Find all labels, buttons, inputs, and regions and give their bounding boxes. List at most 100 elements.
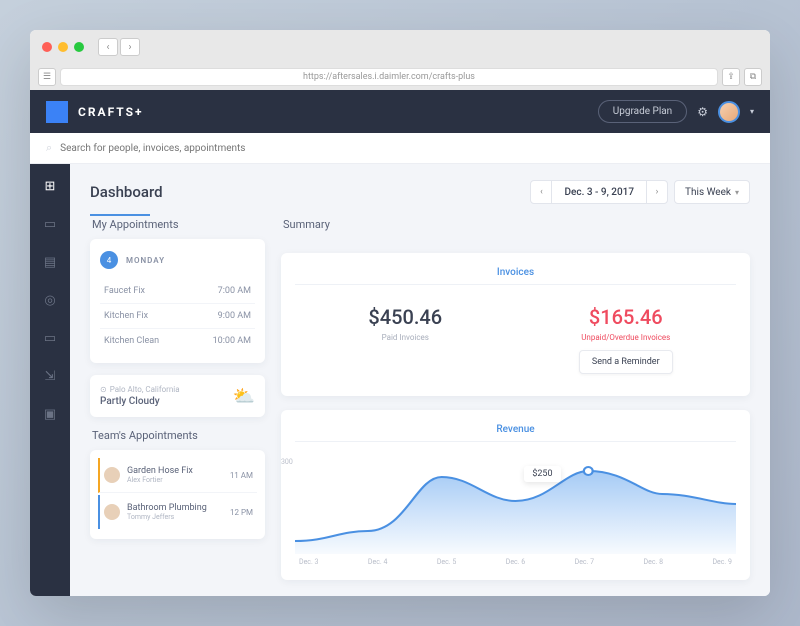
search-icon: ⌕ <box>46 141 52 155</box>
paid-label: Paid Invoices <box>299 333 512 342</box>
app: CRAFTS+ Upgrade Plan ⚙ ▾ ⌕ ⊞ ▭ ▤ ◎ ▭ ⇲ ▣ <box>30 90 770 596</box>
team-appt-person: Alex Fortier <box>127 476 223 484</box>
browser-chrome: ‹ › ☰ https://aftersales.i.daimler.com/c… <box>30 30 770 90</box>
x-tick: Dec. 6 <box>506 558 526 566</box>
weather-icon: ⛅ <box>233 386 255 407</box>
appointment-time: 10:00 AM <box>213 336 251 346</box>
my-appointments-section: My Appointments 4 MONDAY Faucet Fix 7:00… <box>90 218 265 363</box>
team-appt-info: Bathroom Plumbing Tommy Jeffers <box>127 503 223 521</box>
x-tick: Dec. 8 <box>644 558 664 566</box>
appointment-title: Faucet Fix <box>104 286 145 296</box>
appointment-row[interactable]: Kitchen Fix 9:00 AM <box>100 304 255 329</box>
invoices-row: $450.46 Paid Invoices $165.46 Unpaid/Ove… <box>295 297 736 382</box>
page-header: Dashboard ‹ Dec. 3 - 9, 2017 › This Week… <box>90 180 750 204</box>
appointment-row[interactable]: Kitchen Clean 10:00 AM <box>100 329 255 353</box>
right-column: Summary Invoices $450.46 Paid Invoices $… <box>281 218 750 580</box>
chart-x-axis: Dec. 3 Dec. 4 Dec. 5 Dec. 6 Dec. 7 Dec. … <box>295 558 736 566</box>
date-controls: ‹ Dec. 3 - 9, 2017 › This Week ▾ <box>530 180 750 204</box>
user-avatar[interactable] <box>718 101 740 123</box>
revenue-header: Revenue <box>295 424 736 442</box>
minimize-window-icon[interactable] <box>58 42 68 52</box>
team-appointment-row[interactable]: Garden Hose Fix Alex Fortier 11 AM <box>98 458 257 493</box>
back-button[interactable]: ‹ <box>98 38 118 56</box>
unpaid-label: Unpaid/Overdue Invoices <box>520 333 733 342</box>
day-name: MONDAY <box>126 256 165 265</box>
x-tick: Dec. 9 <box>712 558 732 566</box>
settings-icon[interactable]: ⚙ <box>697 105 708 119</box>
nav-profile-icon[interactable]: ◎ <box>42 292 58 308</box>
sidebar-toggle-icon[interactable]: ☰ <box>38 68 56 86</box>
team-appt-time: 12 PM <box>230 508 253 517</box>
page-title: Dashboard <box>90 183 163 201</box>
team-appointments-card: Garden Hose Fix Alex Fortier 11 AM Bathr… <box>90 450 265 539</box>
send-reminder-button[interactable]: Send a Reminder <box>579 350 673 374</box>
team-appt-person: Tommy Jeffers <box>127 513 223 521</box>
search-input[interactable] <box>60 143 754 154</box>
columns: My Appointments 4 MONDAY Faucet Fix 7:00… <box>90 218 750 580</box>
user-menu-chevron-icon[interactable]: ▾ <box>750 107 754 116</box>
weather-condition: Partly Cloudy <box>100 396 225 407</box>
x-tick: Dec. 3 <box>299 558 319 566</box>
unpaid-invoices: $165.46 Unpaid/Overdue Invoices Send a R… <box>516 297 737 382</box>
paid-amount: $450.46 <box>299 305 512 329</box>
nav-dashboard-icon[interactable]: ⊞ <box>42 178 58 194</box>
revenue-card: Revenue 300 <box>281 410 750 580</box>
chart-y-max: 300 <box>281 458 293 466</box>
maximize-window-icon[interactable] <box>74 42 84 52</box>
date-preset-label: This Week <box>685 187 731 198</box>
share-icon[interactable]: ⇪ <box>722 68 740 86</box>
nav-calendar-icon[interactable]: ▭ <box>42 216 58 232</box>
close-window-icon[interactable] <box>42 42 52 52</box>
nav-export-icon[interactable]: ⇲ <box>42 368 58 384</box>
url-bar[interactable]: https://aftersales.i.daimler.com/crafts-… <box>60 68 718 86</box>
nav-briefcase-icon[interactable]: ▣ <box>42 406 58 422</box>
summary-title: Summary <box>281 218 750 231</box>
day-number-badge: 4 <box>100 251 118 269</box>
invoices-card: Invoices $450.46 Paid Invoices $165.46 U… <box>281 253 750 396</box>
team-appt-title: Bathroom Plumbing <box>127 503 223 513</box>
paid-invoices: $450.46 Paid Invoices <box>295 297 516 382</box>
appointment-row[interactable]: Faucet Fix 7:00 AM <box>100 279 255 304</box>
team-member-avatar <box>104 467 120 483</box>
chevron-down-icon: ▾ <box>735 188 739 197</box>
topbar: CRAFTS+ Upgrade Plan ⚙ ▾ <box>30 90 770 133</box>
weather-card: ⊙ Palo Alto, California Partly Cloudy ⛅ <box>90 375 265 417</box>
appointment-title: Kitchen Fix <box>104 311 148 321</box>
x-tick: Dec. 4 <box>368 558 388 566</box>
browser-window: ‹ › ☰ https://aftersales.i.daimler.com/c… <box>30 30 770 596</box>
forward-button[interactable]: › <box>120 38 140 56</box>
x-tick: Dec. 7 <box>575 558 595 566</box>
nav-cards-icon[interactable]: ▭ <box>42 330 58 346</box>
body: ⊞ ▭ ▤ ◎ ▭ ⇲ ▣ Dashboard ‹ Dec. 3 - 9, 20… <box>30 164 770 596</box>
revenue-chart-svg <box>295 454 736 554</box>
upgrade-plan-button[interactable]: Upgrade Plan <box>598 100 687 123</box>
date-prev-button[interactable]: ‹ <box>530 180 552 204</box>
tabs-icon[interactable]: ⧉ <box>744 68 762 86</box>
date-range-nav: ‹ Dec. 3 - 9, 2017 › <box>530 180 668 204</box>
weather-location: ⊙ Palo Alto, California <box>100 385 225 394</box>
revenue-chart[interactable]: 300 <box>295 454 736 554</box>
appointment-time: 9:00 AM <box>218 311 251 321</box>
weather-location-text: Palo Alto, California <box>110 385 180 394</box>
nav-arrows: ‹ › <box>98 38 140 56</box>
team-appointment-row[interactable]: Bathroom Plumbing Tommy Jeffers 12 PM <box>98 495 257 529</box>
side-nav: ⊞ ▭ ▤ ◎ ▭ ⇲ ▣ <box>30 164 70 596</box>
appointment-time: 7:00 AM <box>218 286 251 296</box>
location-pin-icon: ⊙ <box>100 385 107 394</box>
url-bar-row: ☰ https://aftersales.i.daimler.com/craft… <box>30 64 770 90</box>
date-range-label[interactable]: Dec. 3 - 9, 2017 <box>552 180 646 204</box>
brand-name: CRAFTS+ <box>78 105 144 119</box>
nav-documents-icon[interactable]: ▤ <box>42 254 58 270</box>
weather-info: ⊙ Palo Alto, California Partly Cloudy <box>100 385 225 407</box>
date-preset-dropdown[interactable]: This Week ▾ <box>674 180 750 204</box>
x-tick: Dec. 5 <box>437 558 457 566</box>
main-content: Dashboard ‹ Dec. 3 - 9, 2017 › This Week… <box>70 164 770 596</box>
window-controls: ‹ › <box>30 30 770 64</box>
team-appointments-title: Team's Appointments <box>90 429 265 442</box>
date-next-button[interactable]: › <box>646 180 668 204</box>
day-header: 4 MONDAY <box>100 249 255 271</box>
team-appt-info: Garden Hose Fix Alex Fortier <box>127 466 223 484</box>
team-appt-title: Garden Hose Fix <box>127 466 223 476</box>
search-bar: ⌕ <box>30 133 770 164</box>
left-column: My Appointments 4 MONDAY Faucet Fix 7:00… <box>90 218 265 580</box>
